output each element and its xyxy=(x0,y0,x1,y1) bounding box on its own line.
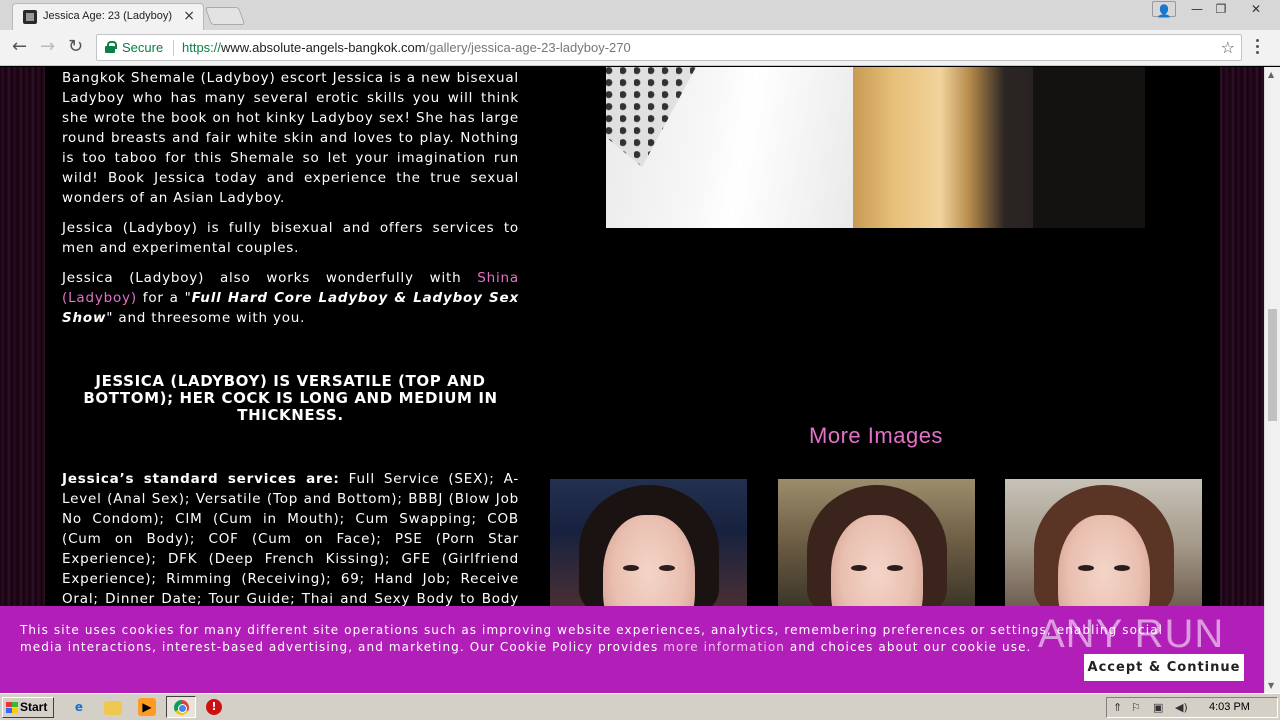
gallery-thumbnail-3[interactable] xyxy=(1005,479,1202,609)
chrome-taskbar-button[interactable] xyxy=(166,696,196,718)
works-with-prefix: Jessica (Ladyboy) also works wonderfully… xyxy=(62,270,478,286)
works-with-suffix: " and threesome with you. xyxy=(106,310,306,326)
browser-toolbar: ← → ↻ Secure https://www.absolute-angels… xyxy=(0,30,1280,66)
reload-icon[interactable]: ↻ xyxy=(68,38,83,56)
versatile-heading: JESSICA (LADYBOY) IS VERSATILE (TOP AND … xyxy=(83,372,498,424)
network-icon[interactable]: ▣ xyxy=(1153,701,1163,714)
services-label: Jessica’s standard services are: xyxy=(62,471,340,487)
gallery-thumbnail-1[interactable] xyxy=(550,479,747,609)
scroll-thumb[interactable] xyxy=(1268,309,1277,421)
cookie-text: This site uses cookies for many differen… xyxy=(20,622,1210,656)
media-player-icon[interactable]: ▶ xyxy=(138,698,156,716)
windows-taskbar: Start e ▶ ! ⇑ ⚐ ▣ ◀) 4:03 PM xyxy=(0,693,1280,720)
tab-close-icon[interactable]: × xyxy=(183,8,195,24)
address-bar[interactable]: Secure https://www.absolute-angels-bangk… xyxy=(96,34,1242,61)
secure-label: Secure xyxy=(122,40,164,55)
cookie-banner: ANY RUN This site uses cookies for many … xyxy=(0,606,1264,693)
page-scrollbar[interactable]: ▲ ▼ xyxy=(1264,67,1280,693)
gallery-thumbnail-2[interactable] xyxy=(778,479,975,609)
omnibox-divider xyxy=(173,40,174,56)
accept-continue-button[interactable]: Accept & Continue xyxy=(1084,654,1244,681)
cookie-text-after: and choices about our cookie use. xyxy=(784,640,1032,654)
volume-icon[interactable]: ◀) xyxy=(1175,701,1188,714)
works-with-paragraph: Jessica (Ladyboy) also works wonderfully… xyxy=(62,268,519,328)
back-arrow-icon[interactable]: ← xyxy=(12,38,27,56)
browser-tab[interactable]: Jessica Age: 23 (Ladyboy) × xyxy=(12,3,204,30)
photo-panel-right xyxy=(853,67,1145,228)
services-list: Full Service (SEX); A-Level (Anal Sex); … xyxy=(62,471,519,627)
forward-arrow-icon[interactable]: → xyxy=(40,38,55,56)
new-tab-button[interactable] xyxy=(204,7,246,25)
bisexual-paragraph: Jessica (Ladyboy) is fully bisexual and … xyxy=(62,220,519,256)
photo-panel-left xyxy=(606,67,853,228)
tab-strip: Jessica Age: 23 (Ladyboy) × 👤 — ❐ ✕ xyxy=(0,0,1280,30)
internet-explorer-icon[interactable]: e xyxy=(70,698,88,716)
clock[interactable]: 4:03 PM xyxy=(1209,701,1250,713)
intro-paragraph: Bangkok Shemale (Ladyboy) escort Jessica… xyxy=(62,70,519,206)
tray-expand-icon[interactable]: ⇑ xyxy=(1113,701,1122,714)
url-host: www.absolute-angels-bangkok.com xyxy=(221,40,426,55)
more-images-title: More Images xyxy=(809,423,943,448)
system-tray: ⇑ ⚐ ▣ ◀) 4:03 PM xyxy=(1106,697,1278,718)
start-label: Start xyxy=(20,700,48,714)
main-gallery-photo[interactable] xyxy=(606,67,1145,228)
chrome-icon xyxy=(174,700,189,715)
user-profile-icon[interactable]: 👤 xyxy=(1152,1,1176,18)
site-favicon-icon xyxy=(23,10,37,24)
browser-menu-icon[interactable] xyxy=(1256,39,1260,57)
windows-logo-icon xyxy=(6,702,18,713)
scroll-up-arrow-icon[interactable]: ▲ xyxy=(1268,70,1274,79)
minimize-button[interactable]: — xyxy=(1184,0,1210,20)
services-paragraph: Jessica’s standard services are: Full Se… xyxy=(62,469,519,629)
window-close-button[interactable]: ✕ xyxy=(1236,0,1276,20)
bookmark-star-icon[interactable]: ☆ xyxy=(1221,38,1235,57)
start-button[interactable]: Start xyxy=(2,697,54,718)
works-with-middle: for a " xyxy=(136,290,192,306)
cookie-policy-link[interactable]: more information xyxy=(663,640,785,654)
scroll-down-arrow-icon[interactable]: ▼ xyxy=(1268,681,1274,690)
tab-title: Jessica Age: 23 (Ladyboy) xyxy=(43,10,173,22)
url-path: /gallery/jessica-age-23-ladyboy-270 xyxy=(425,40,631,55)
flag-icon[interactable]: ⚐ xyxy=(1131,701,1141,714)
restore-button[interactable]: ❐ xyxy=(1208,0,1234,20)
url-text[interactable]: https://www.absolute-angels-bangkok.com/… xyxy=(182,40,631,55)
url-scheme: https:// xyxy=(182,40,222,55)
stop-sign-icon[interactable]: ! xyxy=(206,699,222,715)
page-viewport: Bangkok Shemale (Ladyboy) escort Jessica… xyxy=(0,67,1264,693)
lock-icon xyxy=(105,41,117,53)
folder-icon[interactable] xyxy=(104,701,122,715)
profile-description: Bangkok Shemale (Ladyboy) escort Jessica… xyxy=(62,67,519,338)
